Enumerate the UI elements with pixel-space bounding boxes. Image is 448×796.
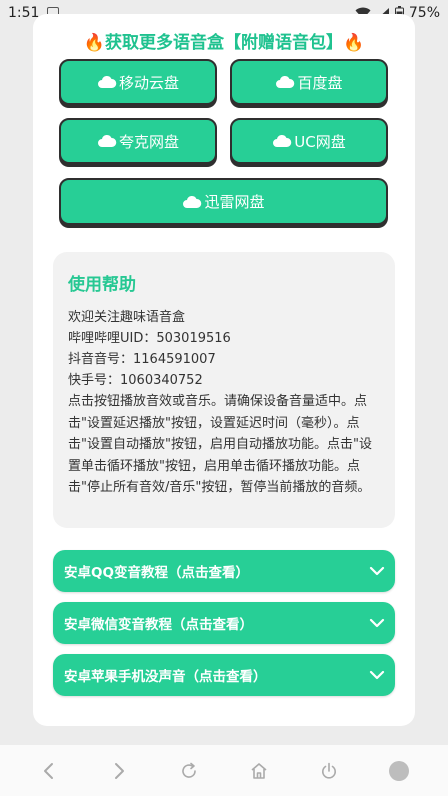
battery-level: 75% bbox=[408, 5, 440, 21]
circle-icon bbox=[389, 760, 409, 781]
power-icon bbox=[322, 762, 336, 779]
tutorial-label: 安卓微信变音教程（点击查看） bbox=[64, 617, 253, 633]
nav-refresh-button[interactable] bbox=[172, 754, 206, 788]
help-line: 抖音音号：1164591007 bbox=[68, 352, 216, 367]
download-button-baidu[interactable]: 百度盘 bbox=[230, 59, 388, 105]
chevron-down-icon bbox=[369, 566, 385, 576]
fire-icon: 🔥 bbox=[343, 33, 365, 53]
tutorial-wechat[interactable]: 安卓微信变音教程（点击查看） bbox=[53, 602, 395, 644]
download-button-label: 夸克网盘 bbox=[118, 132, 179, 151]
help-panel: 使用帮助 欢迎关注趣味语音盒 哔哩哔哩UID：503019516 抖音音号：11… bbox=[53, 252, 395, 528]
download-button-uc[interactable]: UC网盘 bbox=[230, 118, 388, 164]
help-title: 使用帮助 bbox=[68, 275, 136, 295]
tutorial-label: 安卓苹果手机没声音（点击查看） bbox=[64, 669, 267, 685]
help-paragraph: 点击按钮播放音效或音乐。请确保设备音量适中。点击"设置延迟播放"按钮，设置延迟时… bbox=[68, 394, 372, 495]
tutorial-qq[interactable]: 安卓QQ变音教程（点击查看） bbox=[53, 550, 395, 592]
nav-forward-button[interactable] bbox=[102, 754, 136, 788]
nav-home-button[interactable] bbox=[242, 754, 276, 788]
bottom-navigation-bar bbox=[0, 745, 448, 796]
status-time: 1:51 bbox=[8, 5, 40, 21]
download-button-xunlei[interactable]: 迅雷网盘 bbox=[59, 178, 388, 225]
download-button-label: UC网盘 bbox=[294, 132, 346, 151]
nav-menu-button[interactable] bbox=[382, 754, 416, 788]
nav-back-button[interactable] bbox=[32, 754, 66, 788]
fire-icon: 🔥 bbox=[83, 33, 105, 53]
help-line: 哔哩哔哩UID：503019516 bbox=[68, 331, 231, 346]
cloud-icon bbox=[276, 75, 295, 88]
download-button-mobile-cloud[interactable]: 移动云盘 bbox=[59, 59, 217, 105]
page-headline: 🔥获取更多语音盒【附赠语音包】🔥 bbox=[33, 28, 415, 53]
cloud-icon bbox=[97, 134, 117, 147]
chevron-down-icon bbox=[369, 670, 385, 680]
forward-arrow-icon bbox=[115, 762, 124, 779]
back-arrow-icon bbox=[44, 762, 53, 779]
tutorial-apple-no-sound[interactable]: 安卓苹果手机没声音（点击查看） bbox=[53, 654, 395, 696]
main-card: 🔥获取更多语音盒【附赠语音包】🔥 移动云盘 百度盘 夸克网盘 UC网盘 迅雷网盘… bbox=[33, 14, 415, 726]
cloud-icon bbox=[273, 134, 292, 147]
help-line: 快手号：1060340752 bbox=[68, 373, 203, 388]
help-line: 欢迎关注趣味语音盒 bbox=[68, 310, 186, 325]
cloud-icon bbox=[183, 195, 202, 208]
nav-power-button[interactable] bbox=[312, 754, 346, 788]
chevron-down-icon bbox=[369, 618, 385, 628]
refresh-icon bbox=[182, 762, 196, 778]
download-button-label: 百度盘 bbox=[297, 73, 343, 92]
tutorial-label: 安卓QQ变音教程（点击查看） bbox=[64, 565, 249, 581]
download-button-label: 迅雷网盘 bbox=[204, 193, 265, 211]
download-button-quark[interactable]: 夸克网盘 bbox=[59, 118, 217, 164]
cloud-icon bbox=[97, 75, 117, 88]
download-button-label: 移动云盘 bbox=[118, 73, 179, 92]
headline-text: 获取更多语音盒【附赠语音包】 bbox=[105, 33, 343, 53]
home-icon bbox=[251, 762, 267, 779]
